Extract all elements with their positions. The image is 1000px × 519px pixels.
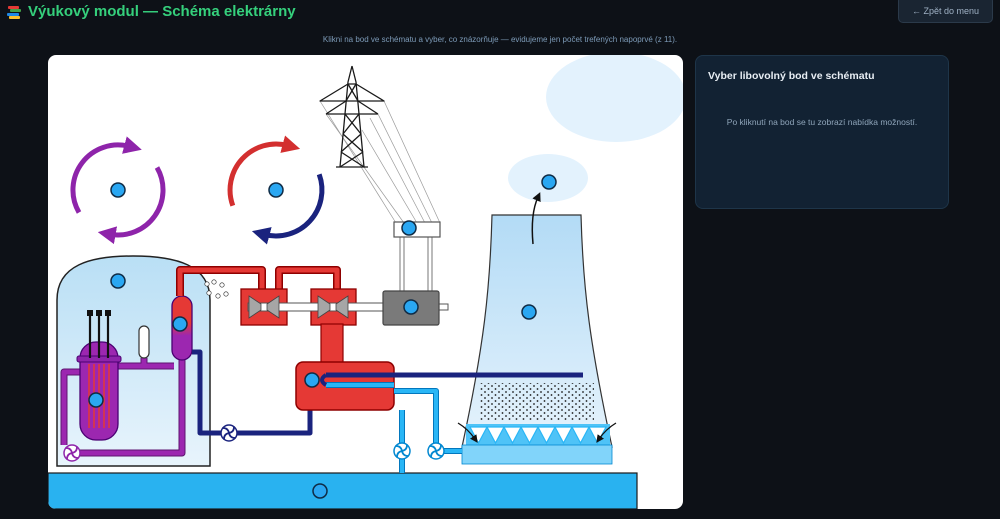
cooling-pump-icon [427, 442, 445, 460]
selection-panel-heading: Vyber libovolný bod ve schématu [708, 70, 875, 82]
hotspot-8[interactable] [521, 304, 537, 320]
hotspot-3[interactable] [401, 220, 417, 236]
schematic-panel [48, 55, 683, 509]
hotspot-10[interactable] [304, 372, 320, 388]
selection-panel-hint: Po kliknutí na bod se tu zobrazí nabídka… [726, 117, 918, 127]
cooling-tower-basin [461, 444, 613, 465]
page-header: Výukový modul — Schéma elektrárny [7, 3, 296, 21]
turbine-exhaust [320, 323, 344, 365]
selection-panel: Vyber libovolný bod ve schématu Po klikn… [695, 55, 949, 209]
instructions-text: Klikni na bod ve schématu a vyber, co zn… [322, 35, 678, 44]
sky-cloud [546, 55, 683, 142]
hotspot-6[interactable] [172, 316, 188, 332]
back-to-menu-button[interactable]: ← Zpět do menu [898, 0, 993, 23]
transformer [393, 221, 441, 291]
feedwater-pump-icon [220, 424, 238, 442]
cooling-tower-spray [480, 383, 594, 421]
hotspot-7[interactable] [403, 299, 419, 315]
cycle-arrow-upper [70, 136, 142, 214]
power-plant-schematic [48, 55, 683, 509]
page-title: Výukový modul — Schéma elektrárny [28, 3, 296, 20]
hotspot-2[interactable] [268, 182, 284, 198]
hotspot-9[interactable] [88, 392, 104, 408]
hotspot-1[interactable] [110, 182, 126, 198]
hotspot-4[interactable] [541, 174, 557, 190]
water-source [48, 472, 638, 509]
hotspot-5[interactable] [110, 273, 126, 289]
cycle-arrow-lower [97, 166, 166, 245]
hotspot-11[interactable] [312, 483, 328, 499]
power-lines [319, 100, 441, 224]
cooling-pump-icon [393, 442, 411, 460]
primary-pump-icon [63, 444, 81, 462]
control-rods [87, 310, 111, 358]
pressurizer [138, 325, 150, 359]
books-icon [7, 5, 22, 20]
